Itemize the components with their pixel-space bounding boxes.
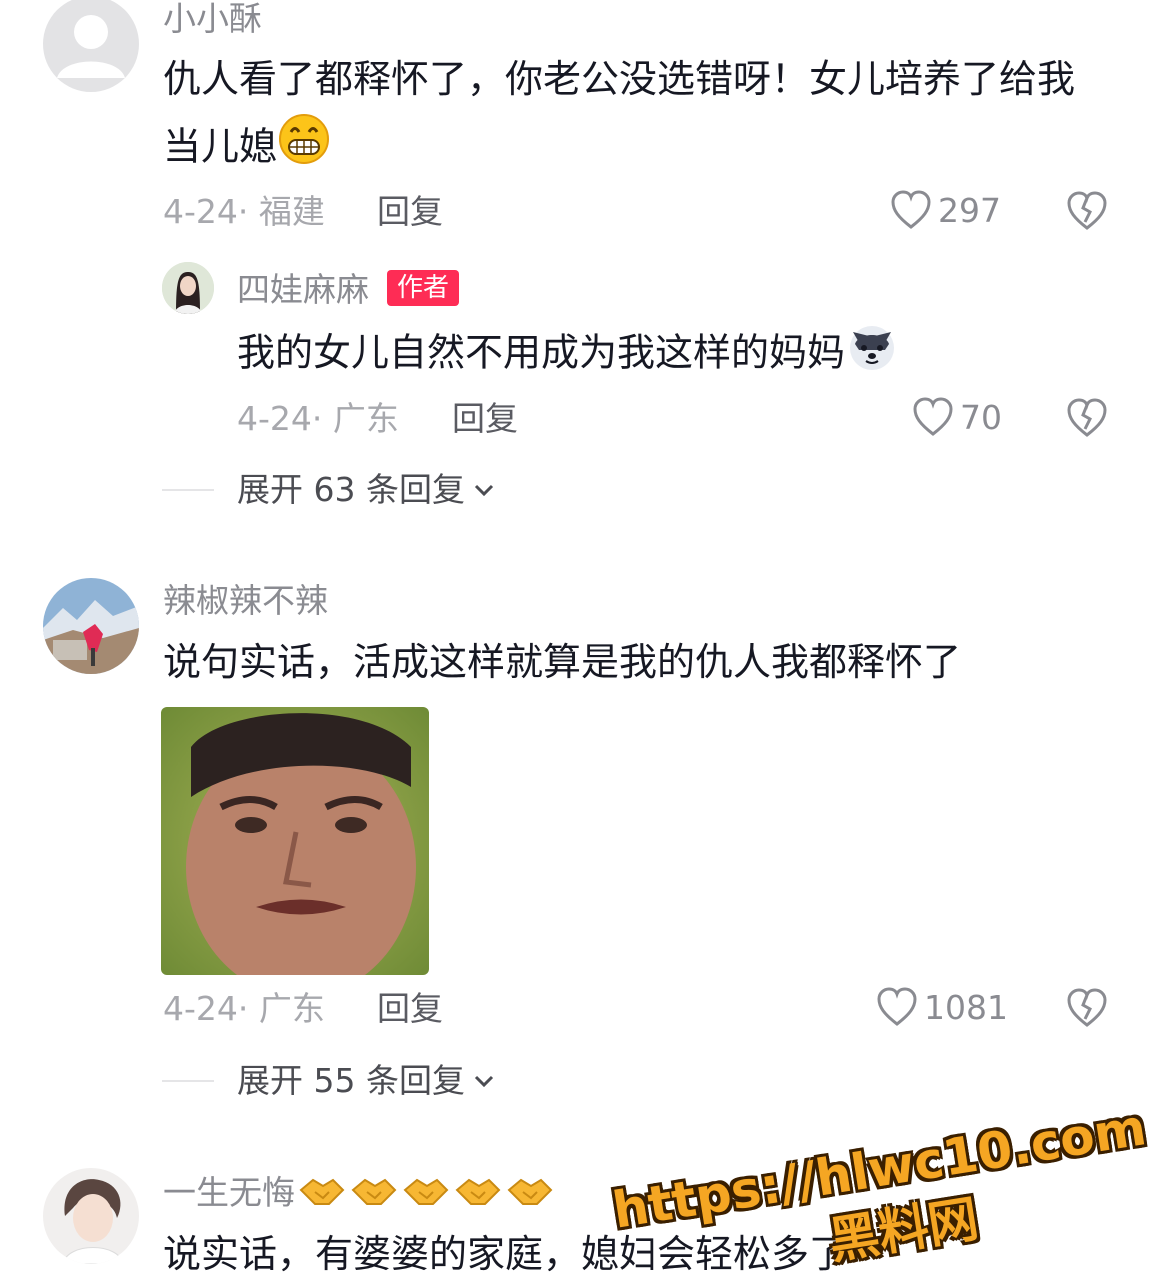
comment-text-line: 仇人看了都释怀了，你老公没选错呀！女儿培养了给我 [163, 57, 1076, 101]
expand-divider [162, 1080, 214, 1082]
reply-button[interactable]: 回复 [377, 992, 443, 1025]
grinning-emoji-icon [277, 112, 331, 186]
broken-heart-icon [1067, 191, 1107, 230]
expand-replies-label: 展开 55 条回复 [237, 1061, 465, 1100]
comment-username[interactable]: 一生无悔 [163, 1174, 553, 1210]
reply-button[interactable]: 回复 [377, 195, 443, 228]
expand-replies-label: 展开 63 条回复 [237, 470, 465, 509]
like-button[interactable]: 70 [912, 397, 1002, 437]
expand-divider [162, 489, 214, 491]
reply-text: 我的女儿自然不用成为我这样的妈妈 [237, 318, 1117, 392]
comment-date-location: 4-24· 福建 [163, 192, 325, 231]
reply-date-location: 4-24· 广东 [237, 399, 399, 438]
comment-text: 说句实话，活成这样就算是我的仇人我都释怀了 [163, 640, 962, 684]
expand-replies-button[interactable]: 展开 63 条回复 [237, 473, 495, 506]
dislike-button[interactable] [1065, 987, 1109, 1033]
username-text: 一生无悔 [163, 1172, 295, 1212]
dog-emoji-icon [845, 318, 899, 392]
comment-text-fragment: 当儿媳 [163, 124, 278, 169]
like-count: 70 [960, 397, 1002, 437]
comment-username[interactable]: 小小酥 [163, 2, 262, 35]
comment-username[interactable]: 辣椒辣不辣 [163, 584, 328, 617]
comment-text-line: 当儿媳 [163, 112, 1123, 186]
reply-button[interactable]: 回复 [452, 402, 518, 435]
author-badge: 作者 [387, 270, 460, 306]
expand-replies-button[interactable]: 展开 55 条回复 [237, 1064, 495, 1097]
like-count: 297 [938, 190, 1001, 230]
handshake-emoji-icon [299, 1174, 553, 1210]
broken-heart-icon [1067, 988, 1107, 1027]
like-button[interactable]: 297 [890, 190, 1001, 230]
like-count: 1081 [924, 987, 1008, 1027]
chevron-down-icon [474, 484, 494, 496]
meme-face-image [161, 707, 429, 975]
dislike-button[interactable] [1065, 397, 1109, 443]
chevron-down-icon [474, 1075, 494, 1087]
avatar-photo [43, 578, 139, 674]
heart-outline-icon [891, 190, 931, 229]
comment-text: 仇人看了都释怀了，你老公没选错呀！女儿培养了给我 当儿媳 [163, 46, 1123, 186]
broken-heart-icon [1067, 398, 1107, 437]
avatar[interactable] [43, 1168, 139, 1264]
avatar[interactable] [43, 0, 139, 92]
dislike-button[interactable] [1065, 190, 1109, 236]
like-button[interactable]: 1081 [876, 987, 1008, 1027]
comment-image[interactable] [161, 707, 429, 975]
avatar-photo [43, 1168, 139, 1264]
heart-outline-icon [913, 397, 953, 436]
author-avatar[interactable] [162, 262, 214, 314]
avatar[interactable] [43, 578, 139, 674]
reply-username[interactable]: 四娃麻麻 [237, 273, 369, 306]
default-avatar-icon [57, 15, 125, 78]
heart-outline-icon [877, 987, 917, 1026]
comment-date-location: 4-24· 广东 [163, 989, 325, 1028]
reply-text-fragment: 我的女儿自然不用成为我这样的妈妈 [237, 330, 846, 375]
avatar-photo [162, 262, 214, 314]
